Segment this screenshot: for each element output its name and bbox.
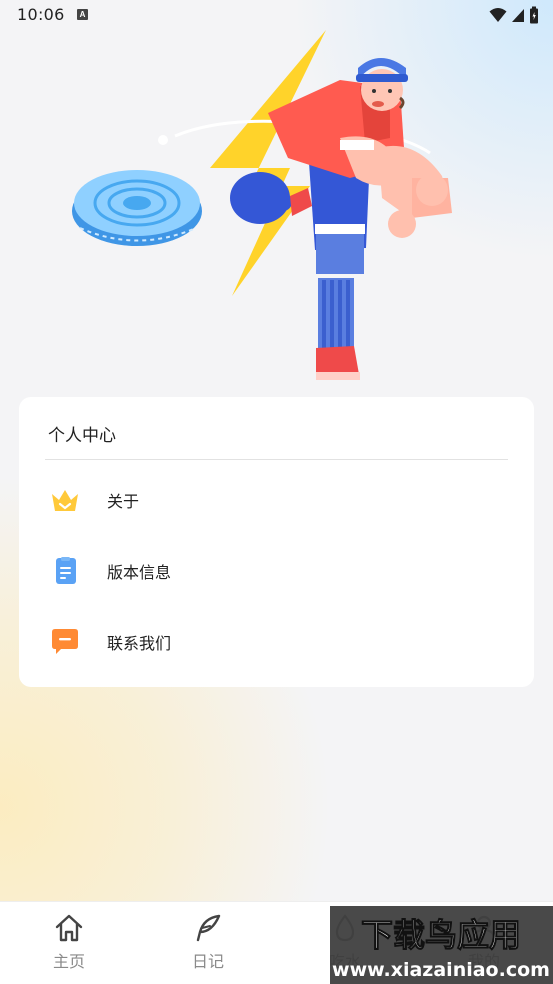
wifi-icon (489, 8, 507, 22)
battery-icon (530, 6, 538, 24)
menu-item-version-info[interactable]: 版本信息 (19, 541, 534, 601)
message-icon (52, 629, 78, 654)
frisbee-shape (72, 170, 202, 246)
notification-a-icon: A (77, 9, 88, 20)
tab-diary[interactable]: 日记 (168, 912, 248, 976)
personal-center-card: 个人中心 关于 版本信息 联系我们 (19, 397, 534, 687)
tab-label-home: 主页 (52, 952, 85, 971)
feather-icon (196, 914, 221, 942)
home-icon (55, 914, 83, 942)
status-time: 10:06 (17, 5, 65, 24)
card-title: 个人中心 (48, 426, 116, 446)
menu-item-contact-us[interactable]: 联系我们 (19, 612, 534, 672)
card-divider (45, 459, 508, 460)
document-icon (56, 557, 76, 584)
tab-home[interactable]: 主页 (29, 912, 109, 976)
watermark-url: www.xiazainiao.com (332, 959, 550, 981)
hero-illustration (72, 30, 452, 380)
tab-label-diary: 日记 (191, 952, 224, 971)
menu-item-about[interactable]: 关于 (19, 470, 534, 530)
menu-item-label-version-info: 版本信息 (107, 563, 172, 582)
signal-icon (512, 9, 524, 22)
crown-icon (52, 490, 78, 511)
status-icons (489, 6, 539, 24)
menu-item-label-about: 关于 (107, 492, 140, 511)
site-watermark: 下载鸟应用 www.xiazainiao.com (330, 906, 553, 984)
menu-item-label-contact-us: 联系我们 (107, 634, 172, 653)
watermark-title: 下载鸟应用 (361, 916, 521, 954)
